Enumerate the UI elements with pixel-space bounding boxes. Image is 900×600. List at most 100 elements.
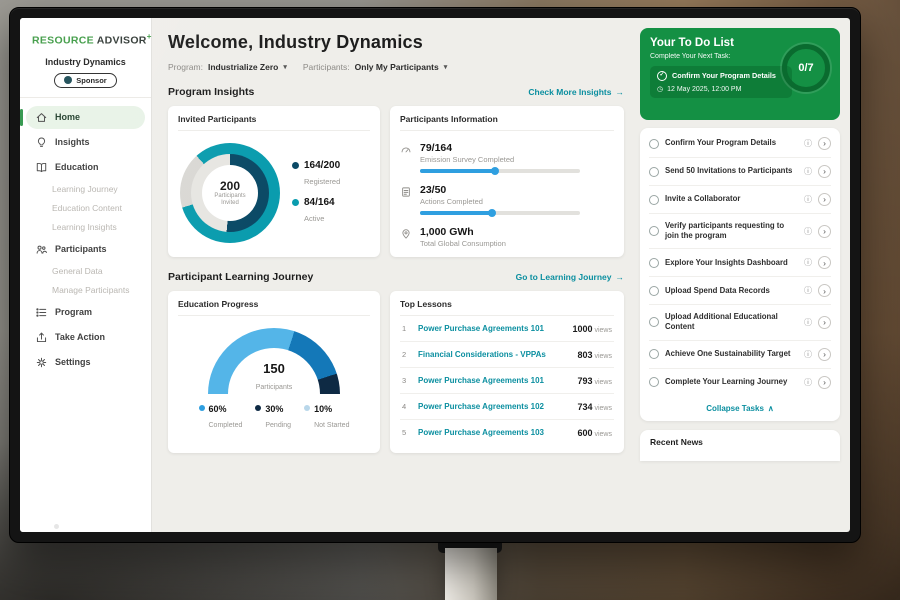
participants-select[interactable]: Only My Participants ▾ <box>355 62 448 72</box>
sidebar-item-manage-participants[interactable]: Manage Participants <box>20 281 151 300</box>
chevron-down-icon: ▾ <box>283 63 287 71</box>
logo-resource: RESOURCE <box>32 35 94 47</box>
task-checkbox[interactable] <box>649 139 659 149</box>
legend-registered: 164/200 Registered <box>292 160 340 189</box>
task-checkbox[interactable] <box>649 167 659 177</box>
task-row[interactable]: Complete Your Learning Journey ⓘ › <box>649 369 831 396</box>
task-checkbox[interactable] <box>649 258 659 268</box>
task-row[interactable]: Upload Additional Educational Content ⓘ … <box>649 305 831 340</box>
info-icon[interactable]: ⓘ <box>804 349 812 360</box>
lesson-link[interactable]: Power Purchase Agreements 102 <box>418 402 570 411</box>
sidebar-item-general-data[interactable]: General Data <box>20 262 151 281</box>
task-label: Explore Your Insights Dashboard <box>665 258 798 268</box>
lesson-row: 3 Power Purchase Agreements 101 793 view… <box>400 368 614 394</box>
lesson-views-count: 803 <box>578 350 593 360</box>
task-row[interactable]: Achieve One Sustainability Target ⓘ › <box>649 341 831 369</box>
sidebar-item-learning-journey[interactable]: Learning Journey <box>20 180 151 199</box>
info-icon[interactable]: ⓘ <box>804 285 812 296</box>
task-label: Complete Your Learning Journey <box>665 377 798 387</box>
legend-pending: 30% Pending <box>255 404 291 432</box>
donut-center: 200 Participants Invited <box>202 165 258 221</box>
task-chevron-button[interactable]: › <box>818 256 831 269</box>
arrow-right-icon: → <box>616 272 625 282</box>
info-icon[interactable]: ⓘ <box>804 194 812 205</box>
info-icon[interactable]: ⓘ <box>804 317 812 328</box>
chevron-right-icon: › <box>823 139 826 148</box>
stat-value: 1,000 GWh <box>420 226 506 238</box>
task-row[interactable]: Explore Your Insights Dashboard ⓘ › <box>649 249 831 277</box>
logo-plus: + <box>147 32 152 41</box>
todo-next-task-box[interactable]: ✓ Confirm Your Program Details ◷ 12 May … <box>650 66 792 98</box>
sidebar-item-take-action[interactable]: Take Action <box>26 326 145 349</box>
sidebar-item-insights[interactable]: Insights <box>26 131 145 154</box>
lesson-row: 5 Power Purchase Agreements 103 600 view… <box>400 420 614 445</box>
task-row[interactable]: Confirm Your Program Details ⓘ › <box>649 130 831 158</box>
task-checkbox[interactable] <box>649 377 659 387</box>
check-circle-icon: ✓ <box>657 71 667 81</box>
lesson-link[interactable]: Power Purchase Agreements 101 <box>418 376 570 385</box>
task-checkbox[interactable] <box>649 286 659 296</box>
photo-background: RESOURCE ADVISOR+ Industry Dynamics Spon… <box>0 0 900 600</box>
info-icon[interactable]: ⓘ <box>804 138 812 149</box>
sidebar-item-settings[interactable]: Settings <box>26 351 145 374</box>
info-icon[interactable]: ⓘ <box>804 226 812 237</box>
task-row[interactable]: Invite a Collaborator ⓘ › <box>649 186 831 214</box>
task-chevron-button[interactable]: › <box>818 193 831 206</box>
legend-value: 10% <box>314 404 349 414</box>
lightbulb-icon <box>35 136 48 149</box>
task-chevron-button[interactable]: › <box>818 165 831 178</box>
task-row[interactable]: Send 50 Invitations to Participants ⓘ › <box>649 158 831 186</box>
logo-advisor: ADVISOR <box>97 35 147 47</box>
program-insights-header: Program Insights Check More Insights → <box>168 86 624 98</box>
check-more-insights-link[interactable]: Check More Insights → <box>528 87 624 97</box>
go-to-learning-journey-link[interactable]: Go to Learning Journey → <box>516 272 624 282</box>
lesson-link[interactable]: Power Purchase Agreements 101 <box>418 324 565 333</box>
sidebar-item-label: Participants <box>55 244 107 254</box>
recent-news-title: Recent News <box>650 437 703 447</box>
task-chevron-button[interactable]: › <box>818 137 831 150</box>
sidebar-item-learning-insights[interactable]: Learning Insights <box>20 218 151 237</box>
gear-icon <box>35 356 48 369</box>
sidebar-item-program[interactable]: Program <box>26 301 145 324</box>
program-select-value: Industrialize Zero <box>208 62 278 72</box>
lesson-link[interactable]: Financial Considerations - VPPAs <box>418 350 570 359</box>
sidebar-item-home[interactable]: Home <box>26 106 145 129</box>
task-checkbox[interactable] <box>649 349 659 359</box>
task-checkbox[interactable] <box>649 226 659 236</box>
task-chevron-button[interactable]: › <box>818 284 831 297</box>
power-led <box>54 524 59 529</box>
legend-dot-teal <box>292 199 299 206</box>
collapse-label: Collapse Tasks <box>706 404 764 413</box>
gauge-center-label: Participants <box>256 384 293 391</box>
info-icon[interactable]: ⓘ <box>804 166 812 177</box>
task-row[interactable]: Verify participants requesting to join t… <box>649 214 831 249</box>
lesson-link[interactable]: Power Purchase Agreements 103 <box>418 428 570 437</box>
collapse-tasks-button[interactable]: Collapse Tasks ∧ <box>649 396 831 417</box>
info-icon[interactable]: ⓘ <box>804 257 812 268</box>
task-chevron-button[interactable]: › <box>818 376 831 389</box>
task-row[interactable]: Upload Spend Data Records ⓘ › <box>649 277 831 305</box>
task-checkbox[interactable] <box>649 195 659 205</box>
sidebar-item-label: Learning Insights <box>52 222 117 232</box>
legend-label: Active <box>304 214 324 223</box>
education-gauge-area: 150 Participants 60% Completed <box>178 316 370 432</box>
sidebar-item-education[interactable]: Education <box>26 156 145 179</box>
task-label: Invite a Collaborator <box>665 194 798 204</box>
task-chevron-button[interactable]: › <box>818 316 831 329</box>
task-chevron-button[interactable]: › <box>818 348 831 361</box>
lesson-views: 734 views <box>578 402 613 412</box>
top-lessons-card: Top Lessons 1 Power Purchase Agreements … <box>390 291 624 453</box>
task-checkbox[interactable] <box>649 317 659 327</box>
chevron-down-icon: ▾ <box>444 63 448 71</box>
task-chevron-button[interactable]: › <box>818 225 831 238</box>
legend-value: 84/164 <box>304 197 335 208</box>
lesson-row: 4 Power Purchase Agreements 102 734 view… <box>400 394 614 420</box>
info-icon[interactable]: ⓘ <box>804 377 812 388</box>
sidebar-item-label: Settings <box>55 357 91 367</box>
sidebar-item-participants[interactable]: Participants <box>26 238 145 261</box>
program-filter: Program: Industrialize Zero ▾ <box>168 62 287 72</box>
sidebar-item-label: Education <box>55 162 99 172</box>
sponsor-label: Sponsor <box>76 76 106 85</box>
sidebar-item-education-content[interactable]: Education Content <box>20 199 151 218</box>
program-select[interactable]: Industrialize Zero ▾ <box>208 62 287 72</box>
